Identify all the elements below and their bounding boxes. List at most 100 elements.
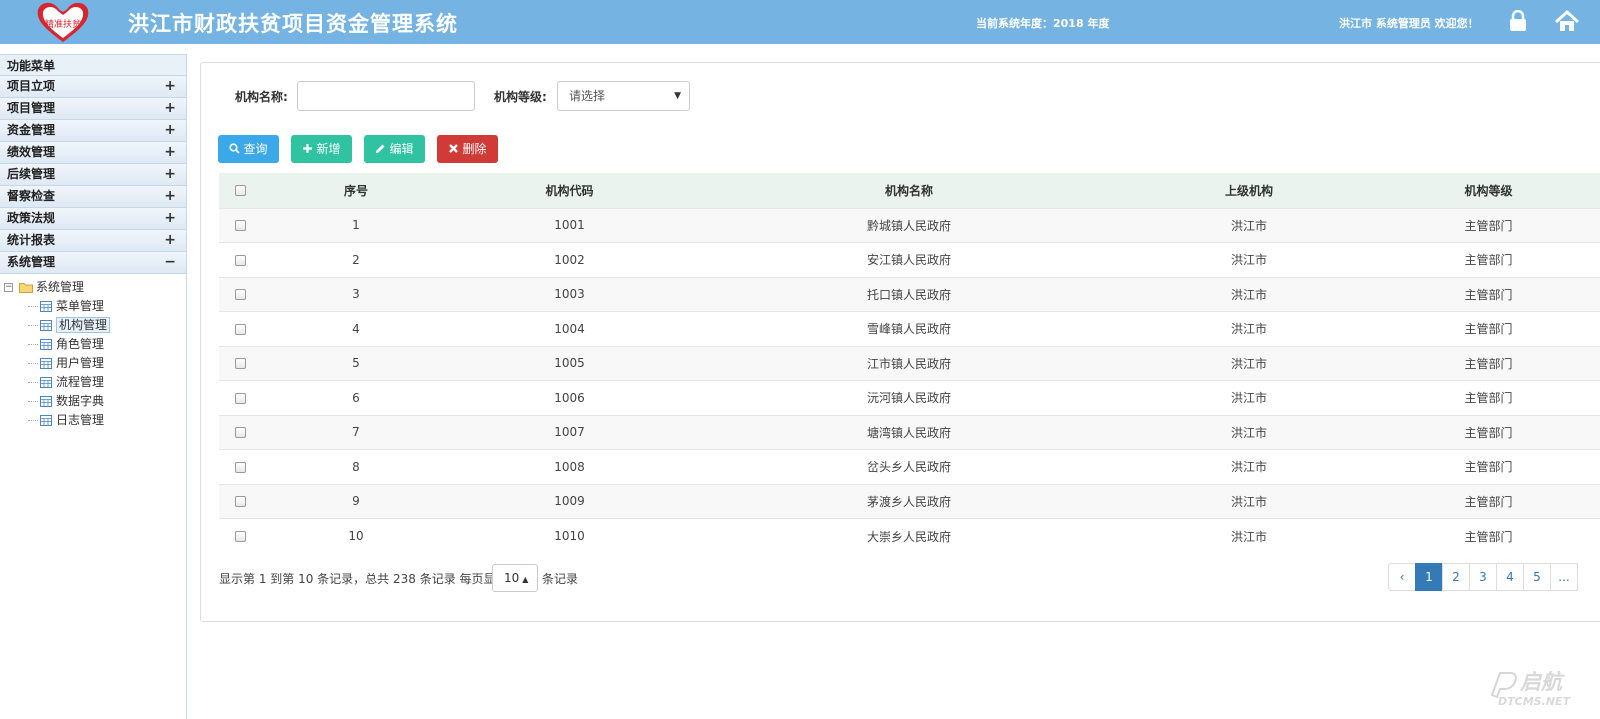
tree-collapse-icon[interactable]: −: [4, 283, 13, 292]
sidebar-item-performance[interactable]: 绩效管理 +: [0, 142, 186, 164]
table-row[interactable]: 4 1004 雪峰镇人民政府 洪江市 主管部门: [219, 311, 1600, 346]
page-button[interactable]: 3: [1469, 563, 1497, 591]
table-row[interactable]: 5 1005 江市镇人民政府 洪江市 主管部门: [219, 345, 1600, 381]
org-name-label: 机构名称:: [235, 90, 288, 104]
table-icon: [40, 415, 52, 426]
table-body: 1 1001 黔城镇人民政府 洪江市 主管部门 2 1002 安江镇人民政府 洪江市 主管部门 3 1…: [219, 207, 1600, 553]
row-checkbox[interactable]: [234, 392, 246, 404]
page-button[interactable]: 2: [1442, 563, 1470, 591]
table-row[interactable]: 9 1009 茅渡乡人民政府 洪江市 主管部门: [219, 483, 1600, 519]
table-row[interactable]: 6 1006 沅河镇人民政府 洪江市 主管部门: [219, 380, 1600, 415]
row-checkbox[interactable]: [234, 289, 246, 301]
watermark-subtext: DTCMS.NET: [1498, 695, 1571, 708]
add-button[interactable]: 新增: [291, 135, 352, 163]
logo-text: 精准扶贫: [45, 18, 81, 30]
sidebar-item-label: 后续管理: [7, 167, 56, 181]
page-button[interactable]: 5: [1523, 563, 1551, 591]
row-checkbox[interactable]: [234, 531, 246, 542]
cell-name: 塘湾镇人民政府: [688, 414, 1130, 450]
sidebar-item-label: 系统管理: [7, 255, 56, 269]
col-header-code[interactable]: 机构代码: [451, 173, 688, 208]
page-size-select[interactable]: 10 ▲: [492, 564, 538, 592]
page-button[interactable]: 4: [1496, 563, 1524, 591]
page-button[interactable]: 1: [1415, 563, 1443, 591]
cell-index: 10: [261, 518, 451, 553]
table-header-row: 序号 机构代码 机构名称 上级机构 机构等级: [219, 173, 1600, 208]
page-ellipsis[interactable]: ...: [1550, 563, 1578, 591]
row-checkbox[interactable]: [234, 427, 246, 439]
cell-code: 1002: [451, 242, 688, 277]
table-row[interactable]: 2 1002 安江镇人民政府 洪江市 主管部门: [219, 242, 1600, 277]
tree-item-user[interactable]: 用户管理: [0, 354, 186, 373]
sidebar-item-fund-management[interactable]: 资金管理 +: [0, 120, 186, 142]
row-checkbox[interactable]: [234, 254, 246, 266]
sidebar-item-system[interactable]: 系统管理 −: [0, 252, 186, 274]
cell-index: 3: [261, 276, 451, 312]
cell-code: 1005: [451, 345, 688, 381]
sidebar-item-project-setup[interactable]: 项目立项 +: [0, 76, 186, 98]
cell-name: 沅河镇人民政府: [688, 380, 1130, 415]
tree-item-workflow[interactable]: 流程管理: [0, 373, 186, 392]
expand-icon[interactable]: +: [164, 230, 176, 251]
expand-icon[interactable]: +: [164, 98, 176, 119]
col-header-parent[interactable]: 上级机构: [1130, 173, 1368, 208]
sidebar-item-follow-up[interactable]: 后续管理 +: [0, 164, 186, 186]
expand-icon[interactable]: +: [164, 208, 176, 229]
tree-item-menu[interactable]: 菜单管理: [0, 297, 186, 316]
row-checkbox[interactable]: [234, 496, 246, 508]
sidebar-item-policy[interactable]: 政策法规 +: [0, 208, 186, 230]
expand-icon[interactable]: +: [164, 164, 176, 185]
col-header-level[interactable]: 机构等级: [1368, 173, 1600, 208]
org-name-input[interactable]: [297, 81, 475, 111]
table-row[interactable]: 8 1008 岔头乡人民政府 洪江市 主管部门: [219, 449, 1600, 484]
tree-item-label: 流程管理: [56, 375, 105, 389]
edit-button[interactable]: 编辑: [364, 135, 425, 163]
cell-level: 主管部门: [1368, 380, 1600, 415]
table-row[interactable]: 10 1010 大崇乡人民政府 洪江市 主管部门: [219, 518, 1600, 553]
sidebar-item-project-management[interactable]: 项目管理 +: [0, 98, 186, 120]
home-icon[interactable]: [1554, 10, 1580, 32]
cell-name: 岔头乡人民政府: [688, 449, 1130, 484]
sidebar-item-label: 绩效管理: [7, 145, 56, 159]
cell-level: 主管部门: [1368, 276, 1600, 312]
plus-icon: [303, 144, 313, 153]
col-header-index[interactable]: 序号: [261, 173, 451, 208]
tree-item-org[interactable]: 机构管理: [0, 316, 186, 335]
row-select-cell: [219, 414, 261, 450]
expand-icon[interactable]: +: [164, 186, 176, 207]
table-row[interactable]: 1 1001 黔城镇人民政府 洪江市 主管部门: [219, 207, 1600, 243]
expand-icon[interactable]: +: [164, 142, 176, 163]
query-button[interactable]: 查询: [218, 135, 279, 163]
row-select-cell: [219, 483, 261, 519]
delete-button[interactable]: 删除: [437, 135, 498, 163]
cell-parent: 洪江市: [1130, 483, 1368, 519]
cell-code: 1006: [451, 380, 688, 415]
cell-name: 江市镇人民政府: [688, 345, 1130, 381]
row-checkbox[interactable]: [234, 323, 246, 335]
lock-icon[interactable]: [1508, 10, 1528, 32]
expand-icon[interactable]: +: [164, 76, 176, 97]
org-level-select[interactable]: 请选择 ▼: [557, 81, 690, 111]
table-row[interactable]: 3 1003 托口镇人民政府 洪江市 主管部门: [219, 276, 1600, 312]
collapse-icon[interactable]: −: [164, 252, 176, 273]
table-row[interactable]: 7 1007 塘湾镇人民政府 洪江市 主管部门: [219, 414, 1600, 450]
caret-up-icon: ▲: [522, 575, 529, 584]
row-checkbox[interactable]: [234, 461, 246, 473]
sidebar-item-reports[interactable]: 统计报表 +: [0, 230, 186, 252]
tree-item-role[interactable]: 角色管理: [0, 335, 186, 354]
select-all-checkbox[interactable]: [234, 185, 246, 197]
tree-root-system[interactable]: − 系统管理: [0, 278, 186, 297]
prev-page-button[interactable]: ‹: [1388, 563, 1416, 591]
row-checkbox[interactable]: [234, 358, 246, 370]
expand-icon[interactable]: +: [164, 120, 176, 141]
system-year-label: 当前系统年度：2018 年度: [976, 17, 1110, 30]
edit-label: 编辑: [389, 142, 414, 156]
cell-code: 1004: [451, 311, 688, 346]
row-checkbox[interactable]: [234, 220, 246, 232]
col-header-name[interactable]: 机构名称: [688, 173, 1130, 208]
tree-item-dictionary[interactable]: 数据字典: [0, 392, 186, 411]
row-select-cell: [219, 276, 261, 312]
tree-item-log[interactable]: 日志管理: [0, 411, 186, 430]
sidebar-item-inspection[interactable]: 督察检查 +: [0, 186, 186, 208]
cell-index: 5: [261, 345, 451, 381]
